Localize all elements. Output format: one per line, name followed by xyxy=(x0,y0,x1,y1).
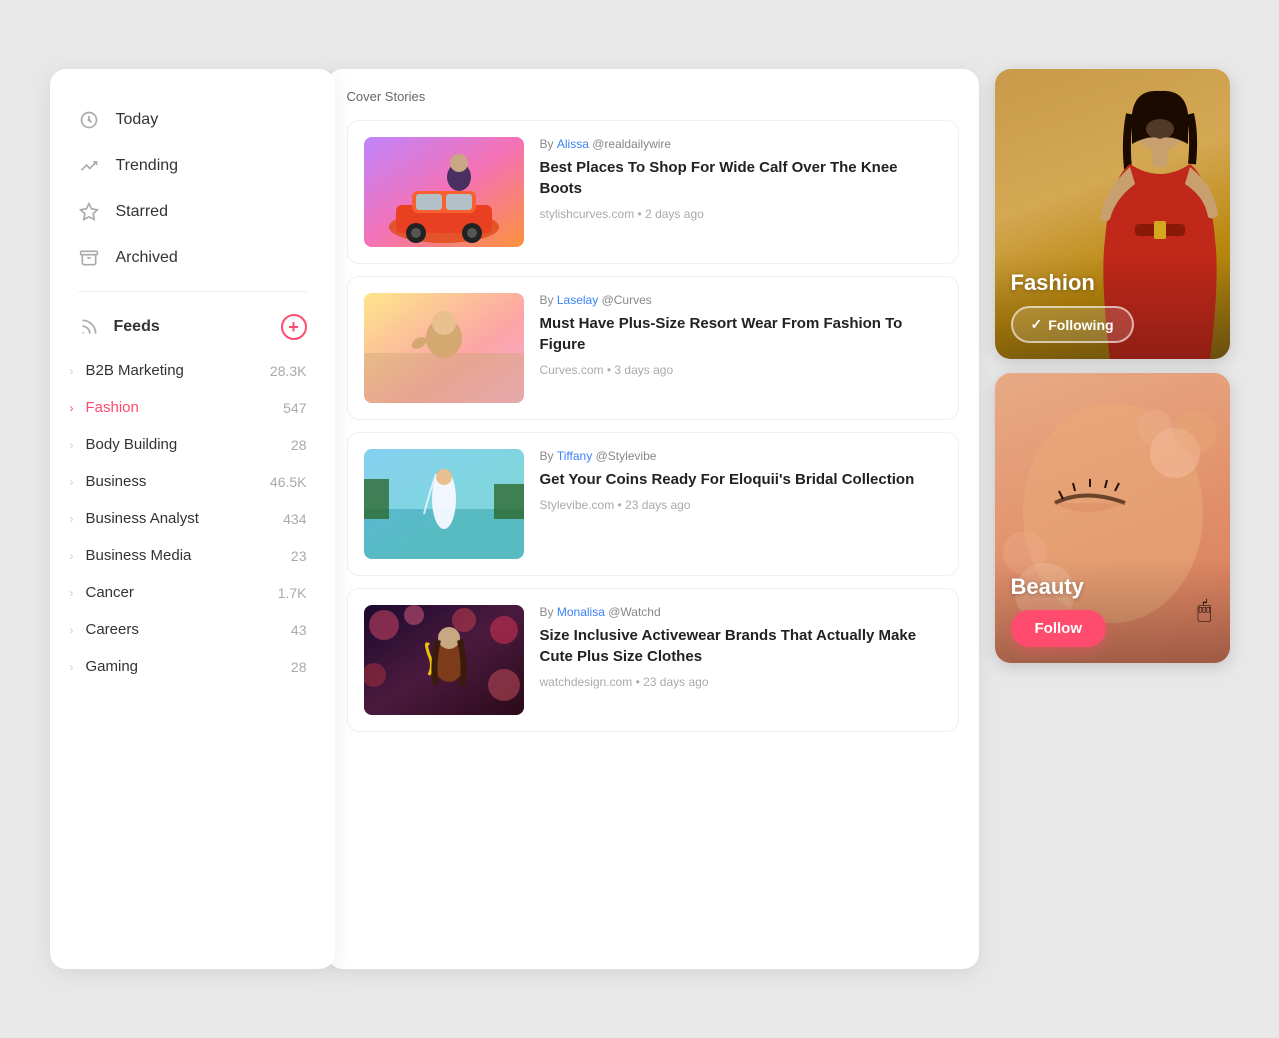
right-panel: Fashion ✓ Following xyxy=(995,69,1230,969)
trending-icon xyxy=(78,155,100,177)
feed-item-gaming[interactable]: › Gaming 28 xyxy=(50,648,335,685)
beauty-category-card: Beauty Follow 🖱 xyxy=(995,373,1230,663)
nav-starred-label: Starred xyxy=(116,203,168,221)
sidebar-divider xyxy=(78,291,307,292)
article-title: Get Your Coins Ready For Eloquii's Brida… xyxy=(540,469,942,490)
article-meta: watchdesign.com • 23 days ago xyxy=(540,675,942,689)
beauty-category-name: Beauty xyxy=(1011,574,1214,600)
article-title: Best Places To Shop For Wide Calf Over T… xyxy=(540,157,942,199)
chevron-right-icon: › xyxy=(70,586,74,600)
fashion-card-overlay: Fashion ✓ Following xyxy=(995,254,1230,359)
chevron-right-icon: › xyxy=(70,512,74,526)
fashion-category-name: Fashion xyxy=(1011,270,1214,296)
chevron-right-icon: › xyxy=(70,549,74,563)
article-card[interactable]: By Alissa @realdailywire Best Places To … xyxy=(347,120,959,264)
article-info: By Alissa @realdailywire Best Places To … xyxy=(540,137,942,247)
feed-count: 547 xyxy=(283,400,306,416)
feed-count: 28 xyxy=(291,659,307,675)
article-author-link[interactable]: Monalisa xyxy=(557,605,605,619)
article-info: By Laselay @Curves Must Have Plus-Size R… xyxy=(540,293,942,403)
feed-count: 46.5K xyxy=(270,474,307,490)
feed-item-b2b-marketing[interactable]: › B2B Marketing 28.3K xyxy=(50,352,335,389)
feed-name: Fashion xyxy=(86,399,284,416)
chevron-right-icon: › xyxy=(70,475,74,489)
feed-item-business-analyst[interactable]: › Business Analyst 434 xyxy=(50,500,335,537)
article-thumbnail xyxy=(364,293,524,403)
feed-name: Careers xyxy=(86,621,291,638)
feed-item-fashion[interactable]: › Fashion 547 xyxy=(50,389,335,426)
main-content: Cover Stories xyxy=(327,69,1230,969)
feed-item-business-media[interactable]: › Business Media 23 xyxy=(50,537,335,574)
feed-item-careers[interactable]: › Careers 43 xyxy=(50,611,335,648)
feed-name: Cancer xyxy=(86,584,278,601)
feeds-section-label: Feeds xyxy=(78,316,160,338)
feed-item-body-building[interactable]: › Body Building 28 xyxy=(50,426,335,463)
feed-name: Business xyxy=(86,473,270,490)
feed-count: 434 xyxy=(283,511,306,527)
article-thumbnail xyxy=(364,137,524,247)
feed-name: Body Building xyxy=(86,436,291,453)
check-icon: ✓ xyxy=(1031,316,1043,333)
article-thumbnail xyxy=(364,605,524,715)
feeds-add-button[interactable]: + xyxy=(281,314,307,340)
fashion-category-card: Fashion ✓ Following xyxy=(995,69,1230,359)
nav-item-archived[interactable]: Archived xyxy=(50,235,335,281)
beauty-card-overlay: Beauty Follow xyxy=(995,558,1230,663)
section-label: Cover Stories xyxy=(347,89,959,104)
article-info: By Monalisa @Watchd Size Inclusive Activ… xyxy=(540,605,942,715)
article-byline: By Alissa @realdailywire xyxy=(540,137,942,151)
nav-item-today[interactable]: Today xyxy=(50,97,335,143)
feed-count: 23 xyxy=(291,548,307,564)
nav-archived-label: Archived xyxy=(116,249,178,267)
article-byline: By Laselay @Curves xyxy=(540,293,942,307)
article-info: By Tiffany @Stylevibe Get Your Coins Rea… xyxy=(540,449,942,559)
feed-count: 28 xyxy=(291,437,307,453)
article-meta: Stylevibe.com • 23 days ago xyxy=(540,498,942,512)
article-byline: By Tiffany @Stylevibe xyxy=(540,449,942,463)
feed-name: B2B Marketing xyxy=(86,362,270,379)
feed-name: Business Media xyxy=(86,547,291,564)
article-title: Size Inclusive Activewear Brands That Ac… xyxy=(540,625,942,667)
feed-name: Business Analyst xyxy=(86,510,284,527)
chevron-right-icon: › xyxy=(70,401,74,415)
cursor-icon: 🖱 xyxy=(1197,597,1211,625)
feed-count: 1.7K xyxy=(278,585,307,601)
feeds-icon xyxy=(78,316,100,338)
archive-icon xyxy=(78,247,100,269)
article-card[interactable]: By Monalisa @Watchd Size Inclusive Activ… xyxy=(347,588,959,732)
article-card[interactable]: By Tiffany @Stylevibe Get Your Coins Rea… xyxy=(347,432,959,576)
fashion-following-button[interactable]: ✓ Following xyxy=(1011,306,1134,343)
beauty-follow-button[interactable]: Follow xyxy=(1011,610,1107,647)
chevron-right-icon: › xyxy=(70,660,74,674)
articles-panel: Cover Stories xyxy=(327,69,979,969)
nav-item-trending[interactable]: Trending xyxy=(50,143,335,189)
feed-count: 28.3K xyxy=(270,363,307,379)
article-author-link[interactable]: Laselay xyxy=(557,293,598,307)
feed-count: 43 xyxy=(291,622,307,638)
article-meta: Curves.com • 3 days ago xyxy=(540,363,942,377)
sidebar: Today Trending Starred xyxy=(50,69,335,969)
clock-icon xyxy=(78,109,100,131)
chevron-right-icon: › xyxy=(70,364,74,378)
article-byline: By Monalisa @Watchd xyxy=(540,605,942,619)
feed-item-business[interactable]: › Business 46.5K xyxy=(50,463,335,500)
nav-trending-label: Trending xyxy=(116,157,179,175)
article-thumbnail xyxy=(364,449,524,559)
nav-today-label: Today xyxy=(116,111,159,129)
article-author-link[interactable]: Tiffany xyxy=(557,449,592,463)
feed-item-cancer[interactable]: › Cancer 1.7K xyxy=(50,574,335,611)
article-meta: stylishcurves.com • 2 days ago xyxy=(540,207,942,221)
article-author-link[interactable]: Alissa xyxy=(557,137,589,151)
chevron-right-icon: › xyxy=(70,438,74,452)
article-title: Must Have Plus-Size Resort Wear From Fas… xyxy=(540,313,942,355)
nav-item-starred[interactable]: Starred xyxy=(50,189,335,235)
feeds-header: Feeds + xyxy=(50,302,335,352)
chevron-right-icon: › xyxy=(70,623,74,637)
article-card[interactable]: By Laselay @Curves Must Have Plus-Size R… xyxy=(347,276,959,420)
star-icon xyxy=(78,201,100,223)
feed-name: Gaming xyxy=(86,658,291,675)
